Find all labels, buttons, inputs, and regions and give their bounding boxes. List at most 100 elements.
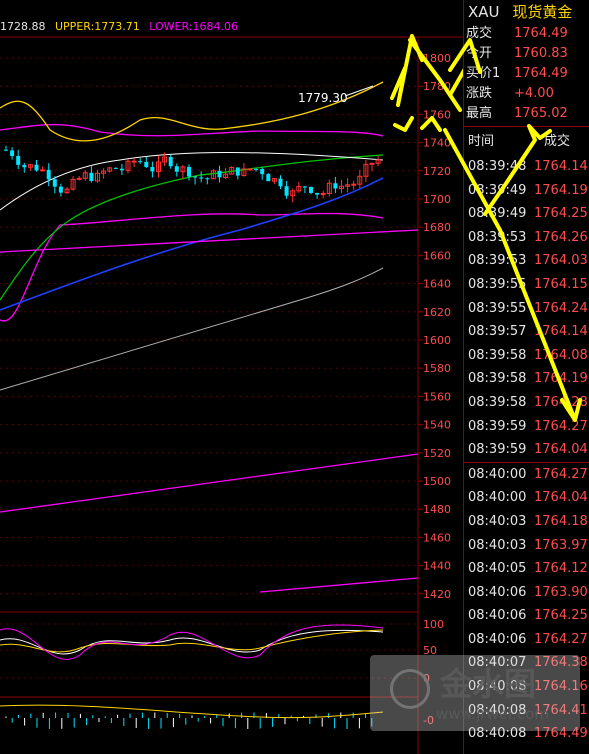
- tick-price: 1764.04: [534, 442, 588, 458]
- price-tick-label: 1600: [423, 334, 451, 347]
- tick-time: 08:40:06: [468, 608, 527, 624]
- candle-body-down: [254, 168, 259, 170]
- tick-time: 08:39:53: [468, 253, 527, 269]
- tick-time: 08:39:48: [468, 159, 527, 174]
- quote-value: 1764.49: [514, 26, 568, 41]
- candle-body-down: [235, 167, 240, 176]
- tick-row: 08:39:57 1764.14: [464, 320, 589, 344]
- ma-gray-line: [0, 267, 384, 391]
- watermark-brand: 金水图: [440, 665, 537, 703]
- tick-price: 1763.90: [534, 584, 588, 600]
- tick-time: 08:39:57: [468, 324, 527, 340]
- tick-row: 08:39:55 1764.24: [464, 297, 589, 321]
- candle-body-down: [302, 186, 307, 188]
- symbol-name: 现货黄金: [512, 3, 573, 21]
- tick-row: 08:40:03 1763.97: [464, 534, 589, 558]
- annotation-arrow-5: [448, 68, 463, 97]
- kdj-j-line: [0, 624, 384, 660]
- tick-time: 08:39:58: [468, 371, 527, 387]
- candle-body-up: [351, 183, 357, 186]
- candle-body-down: [144, 161, 149, 168]
- tick-row: 08:40:05 1764.12: [464, 557, 589, 581]
- tick-row: 08:39:59 1764.27: [464, 415, 589, 439]
- candle-body-down: [58, 186, 63, 193]
- legend-lower: LOWER:1684.06: [149, 20, 239, 33]
- candle-body-down: [46, 169, 51, 180]
- tick-price: 1764.14: [534, 159, 588, 174]
- tick-row: 08:40:03 1764.18: [464, 510, 589, 534]
- tick-row: 08:40:06 1764.25: [464, 604, 589, 628]
- candle-body-down: [278, 178, 283, 187]
- tick-time: 08:39:49: [468, 182, 527, 198]
- candle-body-down: [138, 161, 143, 163]
- annotation-arrow-2: [393, 116, 414, 132]
- tick-time: 08:39:49: [468, 206, 527, 222]
- tick-time: 08:40:03: [468, 537, 527, 553]
- legend-upper: UPPER:1773.71: [55, 20, 140, 33]
- quote-panel: XAU 现货黄金 成交 1764.49 今开 1760.83 买价1 1764.49 涨跌 +…: [463, 0, 589, 754]
- candle-body-down: [4, 149, 8, 151]
- tick-row: 08:39:49 1764.19: [464, 179, 589, 203]
- tick-row: 08:40:06 1764.27: [464, 628, 589, 652]
- candle-body-down: [193, 176, 198, 178]
- chart-area[interactable]: 1800 1780 1760 1740 1720 1700 1680 1660 1640 1620…: [0, 0, 463, 754]
- watermark-url: www.jrwel.com: [436, 705, 549, 723]
- tick-price: 1764.03: [534, 253, 588, 269]
- candle-body-down: [187, 166, 191, 177]
- symbol-code: XAU: [468, 3, 500, 21]
- tick-time: 08:40:06: [468, 631, 527, 647]
- price-tick-label: 1700: [423, 193, 451, 206]
- tick-price: 1764.25: [534, 608, 588, 624]
- candle-body-down: [113, 167, 118, 169]
- price-tick-label: 1420: [423, 588, 451, 601]
- tick-price: 1764.19: [534, 182, 588, 198]
- tick-time: 08:39:55: [468, 300, 527, 316]
- tick-price: 1764.27: [534, 418, 588, 434]
- symbol-header[interactable]: XAU 现货黄金: [464, 0, 589, 24]
- candle-body-down: [34, 164, 39, 171]
- candle-body-down: [89, 172, 94, 181]
- price-tick-label: 1460: [423, 531, 451, 544]
- price-tick-label: 1660: [423, 249, 451, 262]
- ticks-header-time: 时间: [468, 134, 495, 149]
- candle-body-down: [22, 164, 27, 168]
- legend-mid: 1728.88: [0, 20, 46, 33]
- ticks-header: 时间 成交: [464, 129, 589, 155]
- quote-divider: [464, 126, 589, 127]
- candle-body-up: [131, 160, 137, 163]
- tick-row: 08:39:55 1764.15: [464, 273, 589, 297]
- tick-row: 08:39:48 1764.14: [464, 155, 589, 179]
- tick-row: 08:39:58 1764.28: [464, 391, 589, 415]
- candle-body-down: [16, 156, 21, 165]
- tick-row: 08:39:59 1764.04: [464, 438, 589, 462]
- tick-row: 08:40:00 1764.04: [464, 486, 589, 510]
- price-tick-label: 1520: [423, 447, 451, 460]
- quote-value: 1765.02: [514, 106, 568, 121]
- bollinger-legend: 1728.88 UPPER:1773.71 LOWER:1684.06: [0, 20, 244, 33]
- watermark: 金水图 www.jrwel.com: [370, 655, 580, 731]
- quote-rows: 成交 1764.49 今开 1760.83 买价1 1764.49 涨跌 +4.00 最高 176…: [464, 24, 589, 124]
- quote-label: 成交: [466, 26, 493, 41]
- candle-body-down: [52, 179, 57, 187]
- quote-value: +4.00: [514, 86, 554, 101]
- tick-price: 1764.19: [534, 371, 588, 387]
- price-tick-label: 1560: [423, 390, 451, 403]
- tick-time: 08:39:55: [468, 276, 527, 292]
- tick-price: 1764.04: [534, 490, 588, 506]
- tick-price: 1764.26: [534, 229, 588, 245]
- tick-time: 08:39:53: [468, 229, 527, 245]
- candle-body-down: [260, 168, 265, 175]
- price-tick-label: 1740: [423, 137, 451, 150]
- tick-row: 08:39:53 1764.26: [464, 226, 589, 250]
- trend-line-3: [259, 577, 419, 593]
- candle-body-down: [168, 156, 173, 167]
- quote-value: 1760.83: [514, 46, 568, 61]
- price-tick-label: 1540: [423, 419, 451, 432]
- tick-price: 1763.97: [534, 537, 588, 553]
- high-label: 1779.30: [298, 91, 348, 105]
- tick-time: 08:39:58: [468, 394, 527, 410]
- quote-label: 今开: [466, 46, 493, 61]
- candlestick-chart[interactable]: 1800178017601740172017001680166016401620…: [0, 0, 463, 754]
- candle-body-down: [309, 186, 313, 193]
- quote-row: 今开 1760.83: [464, 44, 589, 64]
